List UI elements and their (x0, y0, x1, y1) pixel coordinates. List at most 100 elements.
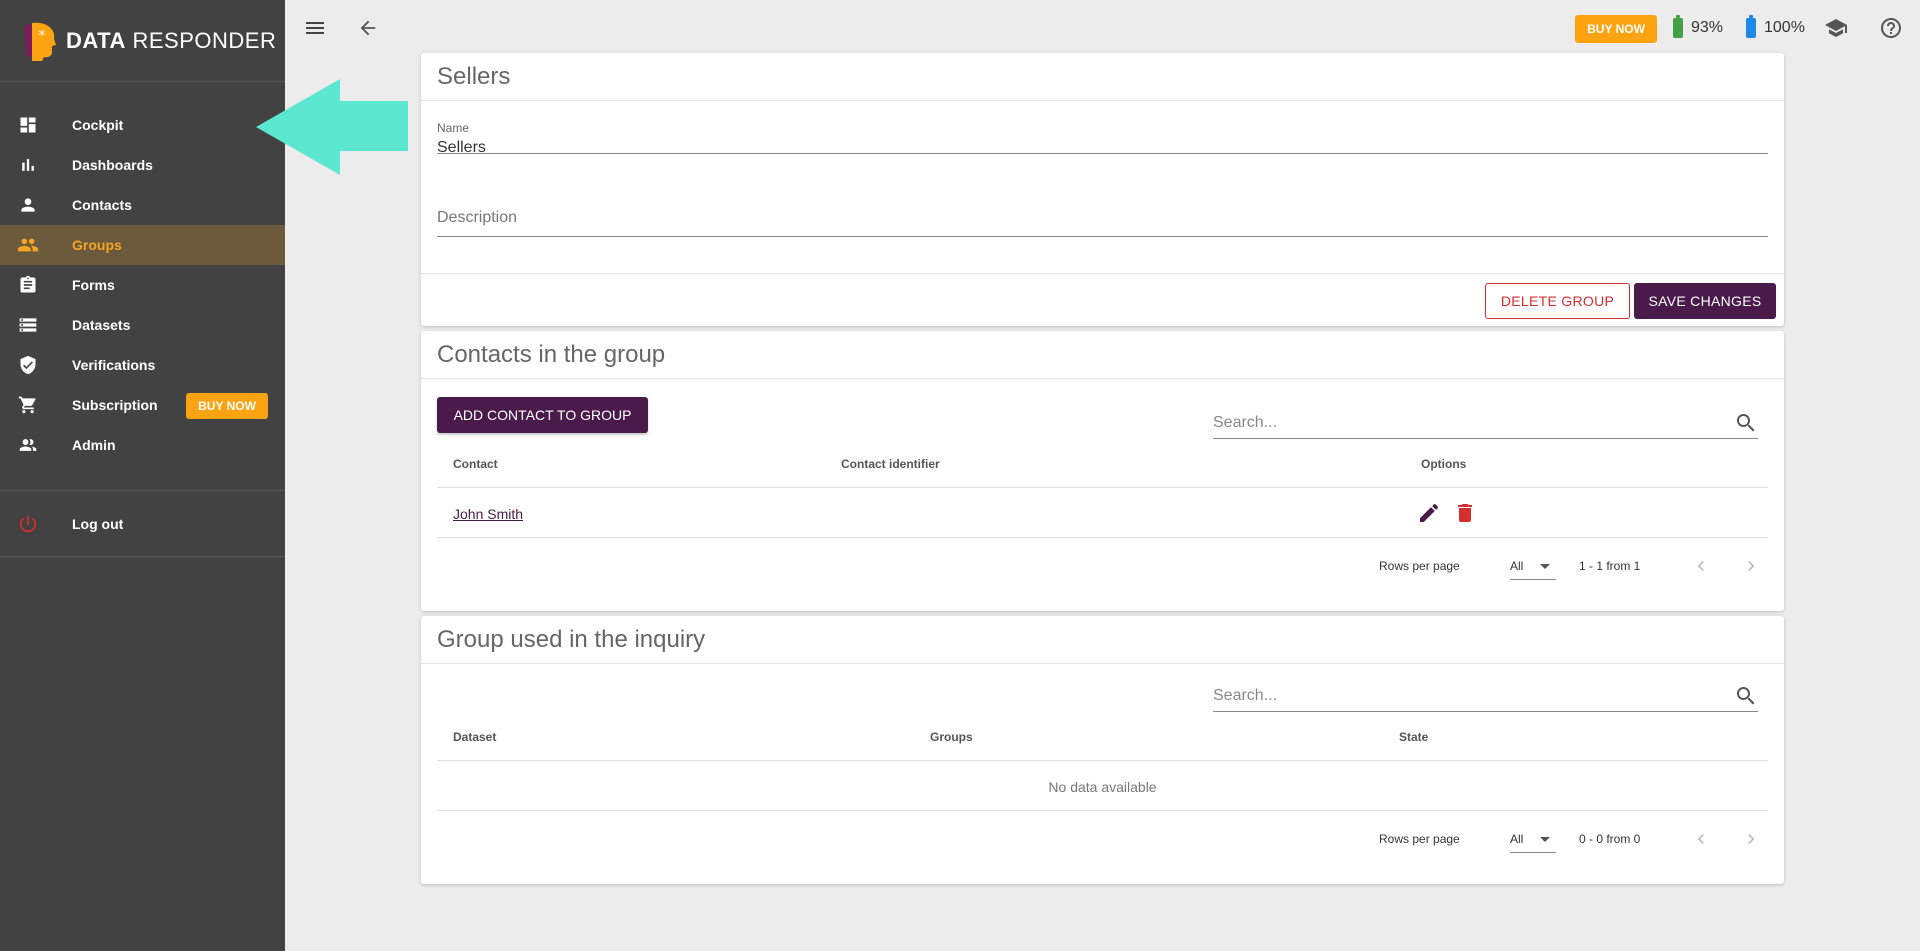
column-header[interactable]: Contact identifier (841, 457, 940, 471)
search-icon[interactable] (1734, 411, 1758, 440)
battery-green-icon (1673, 15, 1683, 38)
graduation-cap-icon[interactable] (1822, 14, 1850, 42)
description-field[interactable]: Description (437, 209, 1768, 237)
shield-check-icon (17, 354, 39, 376)
chevron-left-icon[interactable] (1689, 554, 1713, 578)
sidebar-item-label: Subscription (72, 397, 158, 413)
table-footer: Rows per page All 0 - 0 from 0 (437, 811, 1768, 868)
sidebar-item-logout[interactable]: Log out (0, 504, 285, 544)
sidebar-item-forms[interactable]: Forms (0, 265, 285, 305)
dashboard-icon (17, 114, 39, 136)
column-header[interactable]: Groups (930, 730, 973, 744)
chevron-left-icon[interactable] (1689, 827, 1713, 851)
column-header[interactable]: State (1399, 730, 1428, 744)
battery-indicator-green: 93% (1673, 15, 1724, 38)
sidebar-buy-now-button[interactable]: BUY NOW (186, 393, 268, 419)
description-placeholder[interactable]: Description (437, 209, 1768, 227)
battery-percent: 93% (1691, 19, 1724, 36)
pagination-range: 1 - 1 from 1 (1579, 559, 1641, 573)
admin-people-icon (17, 434, 39, 456)
sidebar-item-cockpit[interactable]: Cockpit (0, 105, 285, 145)
sidebar-item-label: Verifications (72, 357, 156, 373)
delete-group-button[interactable]: DELETE GROUP (1485, 283, 1630, 319)
sidebar-divider (0, 556, 285, 557)
sidebar-item-dashboards[interactable]: Dashboards (0, 145, 285, 185)
chevron-down-icon (1540, 564, 1550, 569)
back-arrow-icon[interactable] (354, 14, 382, 42)
svg-text:*: * (39, 28, 46, 44)
column-header[interactable]: Contact (453, 457, 498, 471)
inquiry-search[interactable] (1213, 682, 1758, 712)
no-data-text: No data available (1048, 779, 1157, 795)
pagination-range: 0 - 0 from 0 (1579, 832, 1641, 846)
sidebar-item-subscription[interactable]: Subscription BUY NOW (0, 385, 285, 425)
contacts-card: Contacts in the group ADD CONTACT TO GRO… (421, 331, 1784, 611)
delete-icon[interactable] (1453, 501, 1477, 530)
save-changes-button[interactable]: SAVE CHANGES (1634, 283, 1776, 319)
card-title: Contacts in the group (421, 331, 1784, 379)
bar-chart-icon (17, 154, 39, 176)
search-input[interactable] (1213, 409, 1713, 437)
clipboard-icon (17, 274, 39, 296)
sidebar-item-admin[interactable]: Admin (0, 425, 285, 465)
sidebar-item-groups[interactable]: Groups (0, 225, 285, 265)
sidebar-item-label: Cockpit (72, 117, 124, 133)
pointer-arrow-icon (256, 79, 408, 175)
sidebar-item-label: Contacts (72, 197, 132, 213)
table-row: No data available (437, 762, 1768, 811)
battery-indicator-blue: 100% (1746, 15, 1805, 38)
field-label: Name (437, 121, 470, 135)
logo-head-icon: * (24, 22, 56, 61)
rows-per-page-value: All (1510, 832, 1524, 846)
inquiry-card: Group used in the inquiry Dataset Groups… (421, 616, 1784, 884)
chevron-right-icon[interactable] (1739, 554, 1763, 578)
battery-percent: 100% (1764, 19, 1805, 36)
topbar-buy-now-button[interactable]: BUY NOW (1575, 15, 1657, 43)
rows-per-page-label: Rows per page (1379, 832, 1460, 846)
sidebar-nav: Cockpit Dashboards Contacts Groups Forms (0, 82, 285, 465)
rows-per-page-label: Rows per page (1379, 559, 1460, 573)
sidebar-item-label: Dashboards (72, 157, 153, 173)
sidebar-divider (0, 490, 285, 491)
card-title: Group used in the inquiry (421, 616, 1784, 664)
table-header: Contact Contact identifier Options (437, 440, 1768, 488)
search-icon[interactable] (1734, 684, 1758, 713)
sidebar-item-datasets[interactable]: Datasets (0, 305, 285, 345)
power-icon (17, 513, 39, 535)
menu-icon[interactable] (301, 14, 329, 42)
name-input-value[interactable]: Sellers (437, 139, 1768, 157)
sidebar-item-label: Forms (72, 277, 115, 293)
card-title: Sellers (421, 53, 1784, 101)
logo-text: DATA RESPONDER (66, 27, 277, 53)
rows-per-page-value: All (1510, 559, 1524, 573)
add-contact-button[interactable]: ADD CONTACT TO GROUP (437, 397, 648, 433)
card-actions: DELETE GROUP SAVE CHANGES (421, 273, 1784, 326)
search-input[interactable] (1213, 682, 1713, 710)
contacts-search[interactable] (1213, 409, 1758, 439)
sidebar-item-verifications[interactable]: Verifications (0, 345, 285, 385)
column-header[interactable]: Dataset (453, 730, 496, 744)
name-field[interactable]: Name Sellers (437, 121, 1768, 157)
help-icon[interactable] (1877, 14, 1905, 42)
rows-per-page-select[interactable]: All (1510, 827, 1556, 853)
sidebar: * DATA RESPONDER Cockpit Dashboards Cont… (0, 0, 285, 951)
person-icon (17, 194, 39, 216)
people-icon (17, 234, 39, 256)
edit-icon[interactable] (1417, 501, 1441, 530)
group-details-card: Sellers Name Sellers Description DELETE … (421, 53, 1784, 326)
app-logo[interactable]: * DATA RESPONDER (0, 0, 285, 82)
list-icon (17, 314, 39, 336)
battery-blue-icon (1746, 15, 1756, 38)
sidebar-item-label: Datasets (72, 317, 131, 333)
chevron-right-icon[interactable] (1739, 827, 1763, 851)
sidebar-item-contacts[interactable]: Contacts (0, 185, 285, 225)
rows-per-page-select[interactable]: All (1510, 554, 1556, 580)
sidebar-item-label: Groups (72, 237, 122, 253)
cart-icon (17, 394, 39, 416)
column-header: Options (1421, 457, 1467, 471)
topbar: BUY NOW 93% 100% (285, 0, 1920, 55)
sidebar-item-label: Admin (72, 437, 116, 453)
table-row: John Smith (437, 489, 1768, 538)
contact-link[interactable]: John Smith (453, 506, 523, 522)
sidebar-item-label: Log out (72, 516, 124, 532)
